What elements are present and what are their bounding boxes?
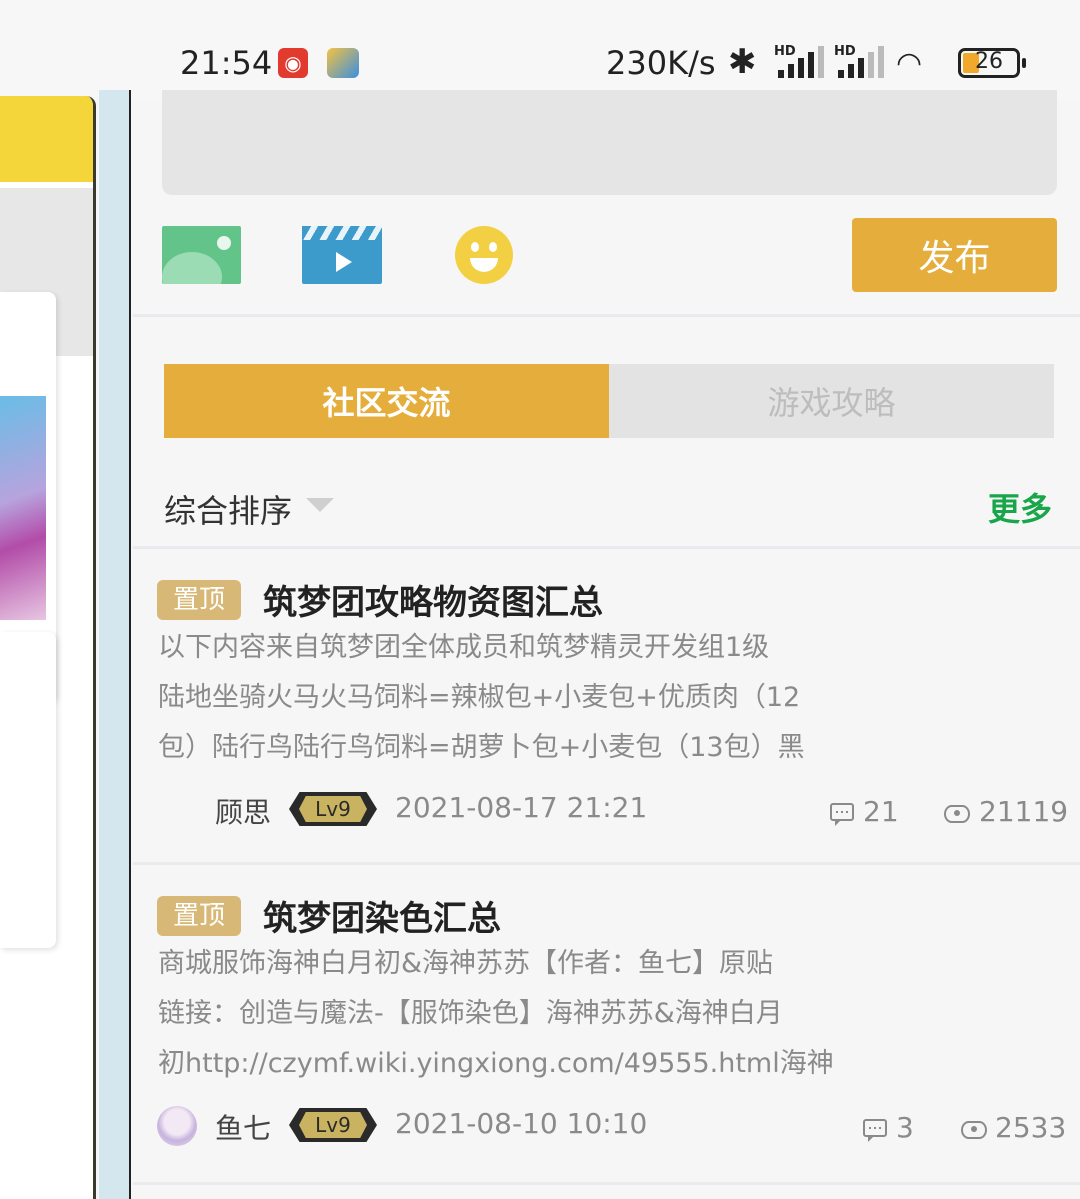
- comment-icon: [830, 803, 854, 826]
- panel-edge: [99, 90, 131, 1199]
- level-label: Lv9: [299, 796, 367, 822]
- view-count: 21119: [979, 795, 1069, 828]
- app-icon: [327, 48, 359, 78]
- hd-label: HD: [834, 44, 856, 59]
- post-excerpt: 商城服饰海神白月初&海神苏苏【作者：鱼七】原贴 链接：创造与魔法-【服饰染色】海…: [158, 939, 878, 1089]
- signal-icon: HD: [774, 44, 824, 78]
- post-date: 2021-08-10 10:10: [395, 1107, 648, 1140]
- tab-community[interactable]: 社区交流: [164, 364, 609, 438]
- publish-button[interactable]: 发布: [852, 218, 1057, 292]
- level-badge: Lv9: [289, 792, 377, 826]
- post-item[interactable]: 置顶 筑梦团染色汇总 商城服饰海神白月初&海神苏苏【作者：鱼七】原贴 链接：创造…: [133, 865, 1080, 1185]
- view-count: 2533: [995, 1111, 1067, 1144]
- background-panel: [0, 96, 96, 1199]
- excerpt-line: 初http://czymf.wiki.yingxiong.com/49555.h…: [158, 1048, 834, 1079]
- wifi-icon: ◠: [896, 46, 923, 81]
- panel-card: [0, 632, 56, 948]
- post-textarea[interactable]: [162, 90, 1057, 195]
- divider: [133, 1182, 1080, 1185]
- caret-down-icon[interactable]: [306, 498, 334, 512]
- emoji-icon[interactable]: [455, 226, 513, 284]
- image-icon[interactable]: [162, 226, 241, 284]
- view-icon: [944, 805, 970, 823]
- battery-icon: 26: [958, 48, 1026, 78]
- sort-dropdown[interactable]: 综合排序: [164, 486, 292, 532]
- pinned-badge: 置顶: [157, 896, 241, 936]
- panel-header: [0, 96, 93, 182]
- tab-guides[interactable]: 游戏攻略: [609, 364, 1054, 438]
- avatar[interactable]: [157, 1106, 197, 1146]
- battery-level: 26: [975, 49, 1003, 74]
- status-bar: 21:54 ◉ 230K/s ✱ HD HD ◠ 26: [0, 0, 1080, 100]
- excerpt-line: 包）陆行鸟陆行鸟饲料=胡萝卜包+小麦包（13包）黑: [158, 732, 805, 763]
- comment-icon: [863, 1119, 887, 1142]
- tab-bar: 社区交流 游戏攻略: [164, 364, 1054, 438]
- more-link[interactable]: 更多: [988, 484, 1052, 530]
- level-badge: Lv9: [289, 1108, 377, 1142]
- level-label: Lv9: [299, 1112, 367, 1138]
- author-name[interactable]: 顾思: [215, 791, 271, 831]
- excerpt-line: 商城服饰海神白月初&海神苏苏【作者：鱼七】原贴: [158, 948, 774, 979]
- comment-count: 21: [863, 795, 899, 828]
- video-icon[interactable]: [302, 226, 382, 284]
- pinned-badge: 置顶: [157, 580, 241, 620]
- excerpt-line: 以下内容来自筑梦团全体成员和筑梦精灵开发组1级: [158, 632, 770, 663]
- hd-label: HD: [774, 44, 796, 59]
- post-item[interactable]: 置顶 筑梦团攻略物资图汇总 以下内容来自筑梦团全体成员和筑梦精灵开发组1级 陆地…: [133, 549, 1080, 865]
- post-date: 2021-08-17 21:21: [395, 791, 648, 824]
- excerpt-line: 链接：创造与魔法-【服饰染色】海神苏苏&海神白月: [158, 998, 783, 1029]
- post-title[interactable]: 筑梦团攻略物资图汇总: [263, 575, 603, 624]
- comment-count: 3: [896, 1111, 914, 1144]
- post-excerpt: 以下内容来自筑梦团全体成员和筑梦精灵开发组1级 陆地坐骑火马火马饲料=辣椒包+小…: [158, 623, 878, 773]
- view-icon: [961, 1121, 987, 1139]
- author-name[interactable]: 鱼七: [215, 1107, 271, 1147]
- divider: [133, 314, 1080, 317]
- panel-image: [0, 396, 46, 620]
- post-title[interactable]: 筑梦团染色汇总: [263, 891, 501, 940]
- bluetooth-icon: ✱: [728, 42, 757, 82]
- netease-music-icon: ◉: [278, 48, 308, 78]
- status-time: 21:54: [180, 44, 273, 82]
- signal-icon: HD: [834, 44, 884, 78]
- network-speed: 230K/s: [606, 44, 716, 82]
- excerpt-line: 陆地坐骑火马火马饲料=辣椒包+小麦包+优质肉（12: [158, 682, 801, 713]
